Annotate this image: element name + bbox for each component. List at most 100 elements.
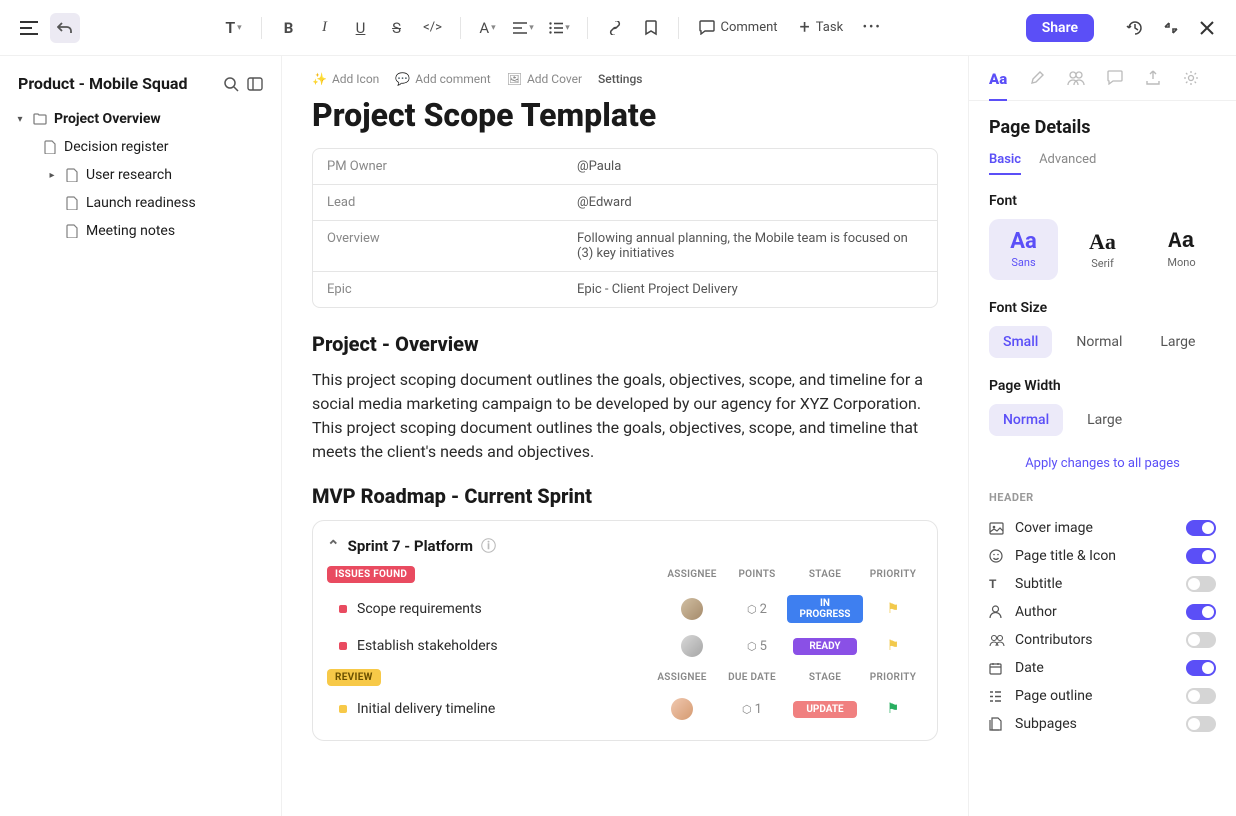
section-tag[interactable]: REVIEW — [327, 669, 381, 686]
panel-tab-users-icon[interactable] — [1067, 70, 1085, 100]
toggle-row: T Subtitle — [989, 570, 1216, 598]
user-icon — [989, 605, 1005, 619]
toggle-switch[interactable] — [1186, 688, 1216, 704]
col-header: STAGE — [787, 672, 863, 683]
task-assignee[interactable] — [657, 598, 727, 620]
panel-tab-comment-icon[interactable] — [1107, 70, 1123, 100]
flag-icon[interactable]: ⚑ — [863, 638, 923, 654]
task-row[interactable]: Scope requirements ⬡ 2 IN PROGRESS ⚑ — [327, 589, 923, 629]
tree-item[interactable]: ▸User research — [10, 161, 271, 189]
collapse-icon[interactable] — [1156, 13, 1186, 43]
task-status-dot — [339, 642, 347, 650]
info-key: PM Owner — [313, 149, 563, 184]
col-header: ASSIGNEE — [657, 569, 727, 580]
align-button[interactable]: ▾ — [509, 13, 539, 43]
hamburger-icon[interactable] — [14, 13, 44, 43]
overview-paragraph[interactable]: This project scoping document outlines t… — [312, 368, 938, 464]
tree-item[interactable]: Decision register — [10, 133, 271, 161]
tab-advanced[interactable]: Advanced — [1039, 152, 1096, 175]
task-stage[interactable]: UPDATE — [787, 701, 863, 718]
underline-button[interactable]: U — [346, 13, 376, 43]
toggle-switch[interactable] — [1186, 660, 1216, 676]
search-icon[interactable] — [223, 76, 239, 92]
page-title[interactable]: Project Scope Template — [312, 96, 938, 134]
panel-tab-export-icon[interactable] — [1145, 70, 1161, 100]
section-tag[interactable]: ISSUES FOUND — [327, 566, 415, 583]
toggle-switch[interactable] — [1186, 604, 1216, 620]
bookmark-button[interactable] — [636, 13, 666, 43]
segment-option[interactable]: Large — [1146, 326, 1209, 358]
task-name: Scope requirements — [357, 601, 657, 617]
chevron-up-icon[interactable]: ⌃ — [327, 537, 340, 555]
toggle-label: Date — [1015, 660, 1176, 676]
share-button[interactable]: Share — [1026, 14, 1094, 42]
task-button[interactable]: + Task — [792, 19, 852, 37]
info-value[interactable]: @Edward — [563, 185, 937, 220]
apply-all-link[interactable]: Apply changes to all pages — [989, 456, 1216, 471]
font-option[interactable]: AaSerif — [1068, 219, 1137, 280]
task-assignee[interactable] — [647, 698, 717, 720]
history-icon[interactable] — [1120, 13, 1150, 43]
tree-label: Meeting notes — [86, 223, 175, 239]
task-assignee[interactable] — [657, 635, 727, 657]
toggle-switch[interactable] — [1186, 576, 1216, 592]
tree-caret-icon[interactable]: ▾ — [14, 114, 26, 125]
panel-tab-edit-icon[interactable] — [1029, 70, 1045, 100]
toggle-row: Author — [989, 598, 1216, 626]
segment-option[interactable]: Small — [989, 326, 1052, 358]
tab-basic[interactable]: Basic — [989, 152, 1021, 175]
panel-tab-gear-icon[interactable] — [1183, 70, 1199, 100]
link-button[interactable] — [600, 13, 630, 43]
main-content: ✨Add Icon 💬Add comment 🖼Add Cover Settin… — [282, 56, 968, 816]
top-toolbar: T▾ B I U S </> A▾ ▾ ▾ Comment + Task •••… — [0, 0, 1236, 56]
settings-action[interactable]: Settings — [598, 72, 642, 86]
strikethrough-button[interactable]: S — [382, 13, 412, 43]
toggle-switch[interactable] — [1186, 716, 1216, 732]
task-stage[interactable]: READY — [787, 638, 863, 655]
sidebar-toggle-icon[interactable] — [247, 76, 263, 92]
toggle-switch[interactable] — [1186, 520, 1216, 536]
add-comment-action[interactable]: 💬Add comment — [395, 72, 490, 86]
list-button[interactable]: ▾ — [545, 13, 575, 43]
font-option[interactable]: AaSans — [989, 219, 1058, 280]
code-button[interactable]: </> — [418, 13, 448, 43]
text-style-button[interactable]: T▾ — [219, 13, 249, 43]
segment-option[interactable]: Normal — [1062, 326, 1136, 358]
calendar-icon — [989, 662, 1005, 675]
tree-label: Project Overview — [54, 111, 161, 127]
text-icon: T — [989, 577, 1005, 592]
add-icon-action[interactable]: ✨Add Icon — [312, 72, 379, 86]
flag-icon[interactable]: ⚑ — [863, 701, 923, 717]
font-option[interactable]: AaMono — [1147, 219, 1216, 280]
task-row[interactable]: Initial delivery timeline ⬡ 1 UPDATE ⚑ — [327, 692, 923, 726]
tree-caret-icon[interactable]: ▸ — [46, 170, 58, 181]
info-value[interactable]: Epic - Client Project Delivery — [563, 272, 937, 307]
more-button[interactable]: ••• — [857, 13, 887, 43]
segment-option[interactable]: Normal — [989, 404, 1063, 436]
details-panel: Aa Page Details Basic Advanced Font AaSa… — [968, 56, 1236, 816]
add-cover-action[interactable]: 🖼Add Cover — [507, 72, 582, 86]
toggle-label: Subpages — [1015, 716, 1176, 732]
close-icon[interactable] — [1192, 13, 1222, 43]
tree-item[interactable]: Launch readiness — [10, 189, 271, 217]
task-stage[interactable]: IN PROGRESS — [787, 595, 863, 623]
segment-option[interactable]: Large — [1073, 404, 1136, 436]
fontsize-label: Font Size — [989, 300, 1216, 316]
italic-button[interactable]: I — [310, 13, 340, 43]
col-header: PRIORITY — [863, 569, 923, 580]
toggle-switch[interactable] — [1186, 548, 1216, 564]
undo-button[interactable] — [50, 13, 80, 43]
tree-item[interactable]: Meeting notes — [10, 217, 271, 245]
comment-button[interactable]: Comment — [691, 20, 786, 35]
info-value[interactable]: @Paula — [563, 149, 937, 184]
info-icon[interactable]: ⓘ — [481, 535, 496, 556]
info-value[interactable]: Following annual planning, the Mobile te… — [563, 221, 937, 271]
panel-tab-aa[interactable]: Aa — [989, 70, 1007, 100]
toggle-switch[interactable] — [1186, 632, 1216, 648]
task-row[interactable]: Establish stakeholders ⬡ 5 READY ⚑ — [327, 629, 923, 663]
tree-item[interactable]: ▾ Project Overview — [10, 105, 271, 133]
flag-icon[interactable]: ⚑ — [863, 601, 923, 617]
info-key: Epic — [313, 272, 563, 307]
bold-button[interactable]: B — [274, 13, 304, 43]
text-color-button[interactable]: A▾ — [473, 13, 503, 43]
